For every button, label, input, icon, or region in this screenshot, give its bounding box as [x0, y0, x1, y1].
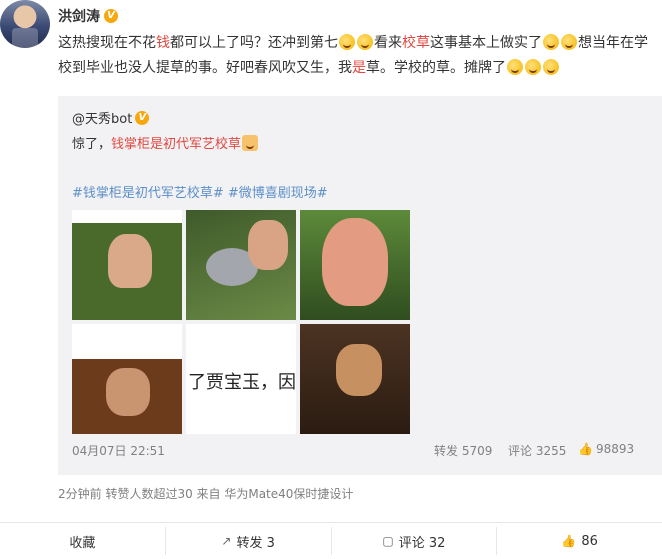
thumbnail-image[interactable]: [72, 324, 182, 434]
repost-share-count[interactable]: 转发 5709: [434, 442, 492, 459]
repost-text-highlight: 钱掌柜是初代军艺校草: [111, 137, 242, 152]
post-text-seg: 看来: [374, 35, 402, 51]
verified-badge-icon: V: [104, 9, 118, 23]
laugh-emoji-icon: [339, 34, 355, 50]
thumbnail-image[interactable]: [72, 210, 182, 320]
post-text-seg: 草。学校的草。摊牌了: [366, 60, 506, 76]
like-button[interactable]: 👍 86: [496, 527, 662, 555]
share-button[interactable]: ↗ 转发 3: [164, 527, 331, 555]
shy-emoji-icon: [543, 34, 559, 50]
post-text: 这热搜现在不花钱都可以上了吗？还冲到第七 看来校草这事基本上做实了 想当年在学校到毕…: [58, 31, 654, 81]
repost-like-button[interactable]: 👍 98893: [578, 442, 634, 456]
collect-label: 收藏: [69, 535, 96, 551]
post-text-highlight: 是: [352, 60, 366, 76]
author-name[interactable]: 洪剑涛: [58, 6, 100, 26]
post-text-seg: 这事基本上做实了: [430, 35, 542, 51]
post-text-highlight: 钱: [156, 35, 170, 51]
like-count: 86: [581, 533, 598, 549]
image-caption: 了贾宝玉，因为: [188, 372, 296, 393]
avatar[interactable]: [0, 0, 50, 48]
action-bar: 收藏 ↗ 转发 3 ▢ 评论 32 👍 86: [0, 522, 662, 559]
post-text-seg: 都可以上了吗？还冲到第七: [170, 35, 338, 51]
sweat-emoji-icon: [507, 59, 523, 75]
repost-author-link[interactable]: @天秀bot: [72, 108, 132, 127]
shy-emoji-icon: [561, 34, 577, 50]
clap-emoji-icon: [242, 135, 259, 151]
thumbnail-image[interactable]: [300, 324, 410, 434]
author-name-row: 洪剑涛 V: [58, 6, 118, 26]
sweat-emoji-icon: [543, 59, 559, 75]
collect-button[interactable]: 收藏: [0, 527, 165, 555]
comment-label: 评论 32: [398, 535, 446, 551]
comment-icon: ▢: [382, 534, 394, 548]
post-text-seg: 这热搜现在不花: [58, 35, 156, 51]
reposted-weibo[interactable]: @天秀bot V 惊了，钱掌柜是初代军艺校草 #钱掌柜是初代军艺校草# #微博喜…: [58, 96, 662, 475]
topic-tags-link[interactable]: #钱掌柜是初代军艺校草# #微博喜剧现场#: [72, 182, 328, 201]
repost-like-count: 98893: [595, 442, 635, 456]
thumbs-up-icon: 👍: [578, 442, 593, 456]
thumbs-up-icon: 👍: [561, 534, 577, 548]
image-grid: 了贾宝玉，因为: [72, 210, 410, 434]
comment-button[interactable]: ▢ 评论 32: [330, 527, 497, 555]
laugh-emoji-icon: [357, 34, 373, 50]
share-icon: ↗: [221, 534, 232, 548]
thumbnail-image[interactable]: [300, 210, 410, 320]
verified-badge-icon: V: [135, 110, 150, 125]
repost-text-prefix: 惊了，: [72, 137, 112, 152]
repost-author-row: @天秀bot V: [72, 108, 150, 127]
share-label: 转发 3: [236, 535, 275, 551]
repost-timestamp[interactable]: 04月07日 22:51: [72, 442, 165, 459]
sweat-emoji-icon: [525, 59, 541, 75]
thumbnail-image[interactable]: [186, 210, 296, 320]
repost-comment-count[interactable]: 评论 3255: [508, 442, 566, 459]
thumbnail-image[interactable]: 了贾宝玉，因为: [186, 324, 296, 434]
post-meta: 2分钟前 转赞人数超过30 来自 华为Mate40保时捷设计: [58, 487, 354, 501]
post-text-highlight: 校草: [402, 35, 430, 51]
repost-text: 惊了，钱掌柜是初代军艺校草: [72, 133, 259, 152]
